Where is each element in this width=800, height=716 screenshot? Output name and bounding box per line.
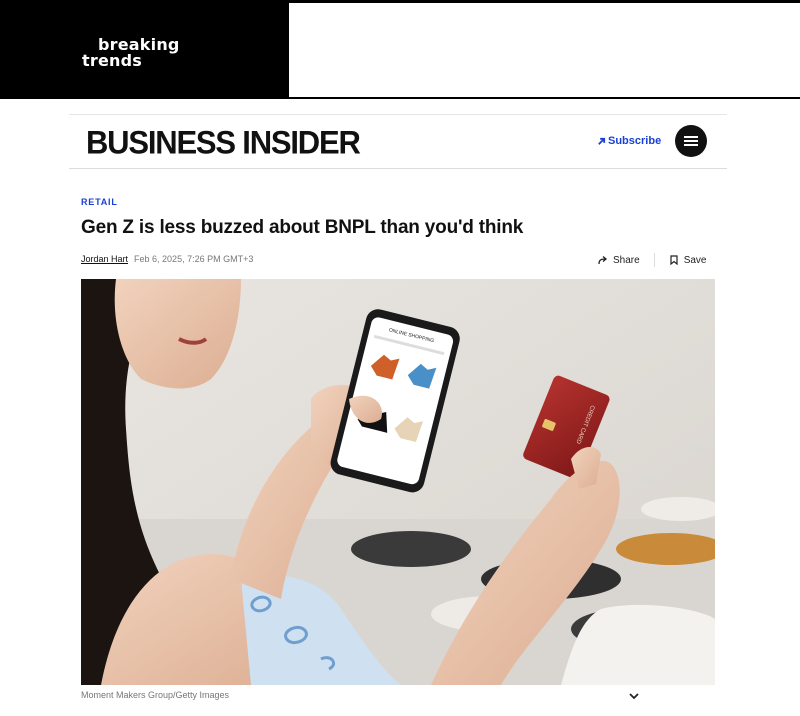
banner-divider	[0, 97, 800, 99]
save-label: Save	[683, 254, 707, 266]
hamburger-menu-icon	[684, 136, 698, 146]
save-button[interactable]: Save	[669, 254, 707, 266]
top-banner: breaking trends	[0, 0, 800, 99]
byline: Jordan Hart Feb 6, 2025, 7:26 PM GMT+3	[81, 254, 253, 264]
article-category[interactable]: RETAIL	[81, 197, 118, 207]
article-headline: Gen Z is less buzzed about BNPL than you…	[81, 217, 524, 238]
chevron-down-icon[interactable]	[628, 690, 640, 702]
article-actions: Share Save	[598, 253, 706, 267]
business-insider-logo[interactable]: BUSINESS INSIDER	[86, 124, 361, 161]
bookmark-icon	[670, 255, 678, 265]
menu-button[interactable]	[675, 125, 707, 157]
subscribe-button[interactable]: Subscribe	[597, 135, 661, 147]
subscribe-label: Subscribe	[608, 135, 662, 147]
share-label: Share	[613, 254, 640, 266]
share-button[interactable]: Share	[598, 255, 640, 266]
breaking-trends-block[interactable]: breaking trends	[0, 3, 289, 98]
arrow-up-right-icon	[598, 137, 606, 145]
share-icon	[598, 256, 608, 265]
author-link[interactable]: Jordan Hart	[81, 254, 128, 264]
hero-image[interactable]: ONLINE SHOPPING CREDIT CARD	[81, 279, 715, 685]
site-header: BUSINESS INSIDER Subscribe	[69, 114, 727, 169]
breaking-trends-logo[interactable]: breaking trends	[82, 37, 180, 69]
action-divider	[653, 253, 655, 267]
image-caption: Moment Makers Group/Getty Images	[81, 690, 230, 700]
logo-line-2: trends	[82, 51, 142, 70]
publish-date: Feb 6, 2025, 7:26 PM GMT+3	[134, 254, 254, 264]
